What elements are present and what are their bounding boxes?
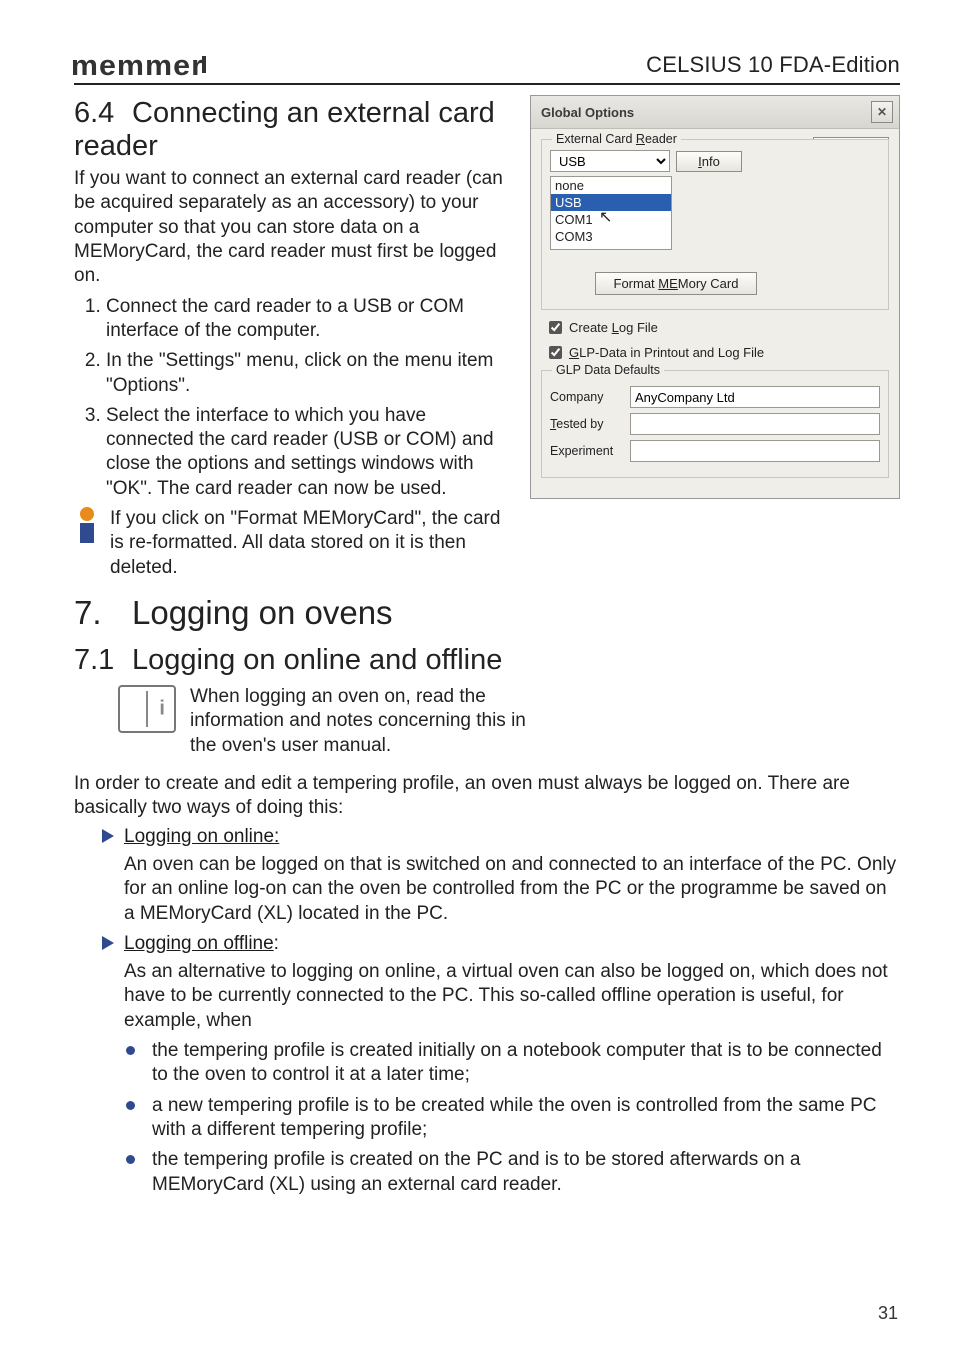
list-item[interactable]: USB: [551, 194, 671, 211]
list-item[interactable]: COM3: [551, 228, 671, 245]
doc-edition: CELSIUS 10 FDA-Edition: [646, 52, 900, 78]
list-item: a new tempering profile is to be created…: [126, 1094, 900, 1143]
online-label: Logging on online:: [124, 826, 279, 847]
online-text: An oven can be logged on that is switche…: [124, 853, 900, 926]
info-icon: [74, 507, 100, 543]
triangle-bullet-icon: [102, 936, 114, 950]
experiment-label: Experiment: [550, 444, 622, 458]
reader-select[interactable]: USB: [550, 150, 670, 172]
manual-note: When logging an oven on, read the inform…: [190, 685, 550, 758]
offline-label: Logging on offline: [124, 933, 274, 954]
dialog-title: Global Options: [541, 105, 634, 120]
create-log-checkbox[interactable]: [549, 321, 562, 334]
format-note: If you click on "Format MEMoryCard", the…: [110, 507, 514, 580]
glp-data-checkbox[interactable]: [549, 346, 562, 359]
info-button[interactable]: Info: [676, 151, 742, 172]
manual-icon: i: [118, 685, 176, 733]
section-7-1-para: In order to create and edit a tempering …: [74, 772, 900, 821]
section-7-heading: 7.Logging on ovens: [74, 594, 900, 632]
glp-data-label: GLP-Data in Printout and Log File: [569, 345, 764, 360]
bullet-icon: [126, 1046, 135, 1055]
list-item: the tempering profile is created initial…: [126, 1039, 900, 1088]
brand-logo: memmer: [71, 50, 204, 83]
global-options-dialog: Global Options ✕ OK Cancel LAN ... Exter…: [530, 95, 900, 499]
format-memorycard-button[interactable]: Format MEMory Card: [595, 272, 758, 295]
group-glp-defaults: GLP Data Defaults: [552, 363, 664, 377]
bullet-icon: [126, 1155, 135, 1164]
list-item[interactable]: none: [551, 177, 671, 194]
bullet-icon: [126, 1101, 135, 1110]
close-icon[interactable]: ✕: [871, 101, 893, 123]
triangle-bullet-icon: [102, 829, 114, 843]
create-log-label: Create Log File: [569, 320, 658, 335]
list-item: the tempering profile is created on the …: [126, 1148, 900, 1197]
tested-by-label: Tested by: [550, 417, 622, 431]
section-7-1-heading: 7.1Logging on online and offline: [74, 644, 900, 677]
offline-text: As an alternative to logging on online, …: [124, 960, 900, 1033]
tested-by-field[interactable]: [630, 413, 880, 435]
page-number: 31: [878, 1303, 898, 1324]
company-field[interactable]: [630, 386, 880, 408]
company-label: Company: [550, 390, 622, 404]
group-external-card-reader: External Card Reader: [552, 132, 681, 146]
reader-listbox[interactable]: none USB COM1 COM3 ↖: [550, 176, 672, 250]
experiment-field[interactable]: [630, 440, 880, 462]
list-item[interactable]: COM1: [551, 211, 671, 228]
